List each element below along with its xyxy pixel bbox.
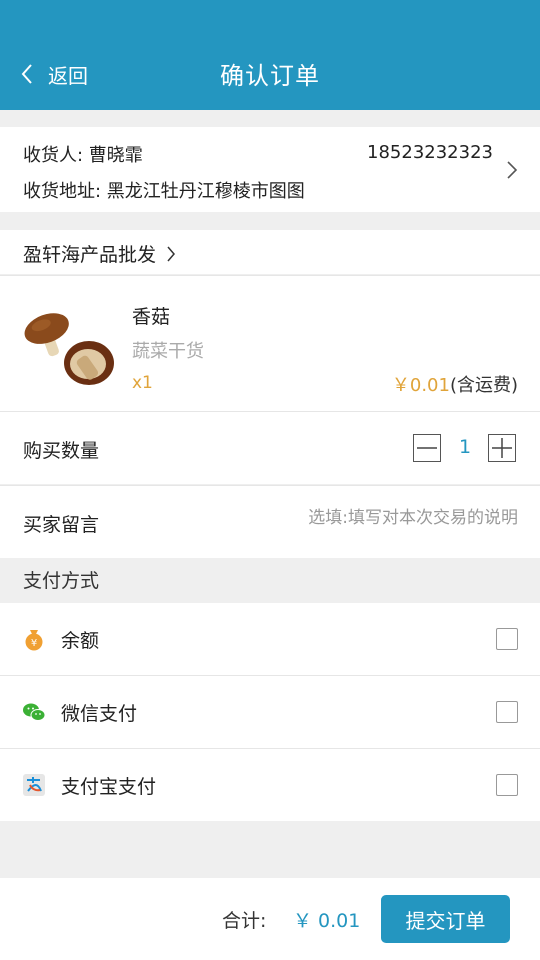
page-title: 确认订单 bbox=[220, 62, 320, 90]
recipient-line: 收货人: 曹晓霏 bbox=[23, 141, 143, 167]
payment-label-alipay: 支付宝支付 bbox=[61, 776, 157, 798]
recipient-label: 收货人: bbox=[23, 145, 89, 166]
payment-label-wechat: 微信支付 bbox=[61, 703, 138, 725]
payment-label-balance: 余额 bbox=[61, 630, 100, 652]
shop-row[interactable]: 盈轩海产品批发 bbox=[0, 230, 540, 274]
minus-icon bbox=[417, 447, 437, 449]
increase-button[interactable] bbox=[488, 434, 516, 462]
price-amount: ￥0.01 bbox=[391, 375, 450, 396]
payment-option-alipay[interactable]: 支付宝支付 bbox=[0, 748, 540, 821]
submit-order-button[interactable]: 提交订单 bbox=[381, 895, 510, 943]
chevron-right-icon bbox=[167, 246, 176, 261]
quantity-row: 购买数量 1 bbox=[0, 411, 540, 484]
total-label: 合计: bbox=[222, 910, 267, 932]
product-quantity: x1 bbox=[132, 373, 153, 393]
alipay-checkbox[interactable] bbox=[496, 774, 518, 796]
address-label: 收货地址: bbox=[23, 181, 107, 202]
svg-text:¥: ¥ bbox=[31, 638, 37, 649]
money-bag-icon: ¥ bbox=[25, 630, 43, 651]
recipient-name: 曹晓霏 bbox=[88, 145, 143, 166]
payment-option-balance[interactable]: ¥ 余额 bbox=[0, 603, 540, 675]
payment-option-wechat[interactable]: 微信支付 bbox=[0, 675, 540, 748]
mushroom-image bbox=[24, 313, 114, 385]
product-price: ￥0.01(含运费) bbox=[392, 371, 518, 397]
total-amount: ￥ 0.01 bbox=[293, 910, 361, 932]
price-note: (含运费) bbox=[449, 375, 518, 396]
quantity-value[interactable]: 1 bbox=[448, 436, 482, 458]
address-line: 收货地址: 黑龙江牡丹江穆棱市图图 bbox=[23, 177, 305, 203]
buyer-message-input[interactable] bbox=[218, 508, 518, 528]
message-label: 买家留言 bbox=[23, 514, 100, 536]
balance-checkbox[interactable] bbox=[496, 628, 518, 650]
decrease-button[interactable] bbox=[413, 434, 441, 462]
plus-icon bbox=[492, 438, 512, 458]
app-header: 返回 确认订单 bbox=[0, 0, 540, 110]
wechat-checkbox[interactable] bbox=[496, 701, 518, 723]
payment-method-title: 支付方式 bbox=[23, 570, 100, 592]
product-item[interactable]: 香菇 蔬菜干货 x1 ￥0.01(含运费) bbox=[0, 275, 540, 411]
address-value: 黑龙江牡丹江穆棱市图图 bbox=[106, 181, 305, 202]
wechat-icon bbox=[23, 703, 46, 721]
buyer-message-row: 买家留言 bbox=[0, 485, 540, 558]
recipient-phone: 18523232323 bbox=[367, 142, 493, 163]
quantity-label: 购买数量 bbox=[23, 440, 100, 462]
shipping-address-card[interactable]: 收货人: 曹晓霏 18523232323 收货地址: 黑龙江牡丹江穆棱市图图 bbox=[0, 127, 540, 212]
alipay-icon bbox=[23, 774, 45, 796]
shop-name: 盈轩海产品批发 bbox=[23, 244, 157, 266]
chevron-right-icon bbox=[507, 161, 518, 179]
product-category: 蔬菜干货 bbox=[132, 341, 204, 362]
checkout-footer: 合计: ￥ 0.01 提交订单 bbox=[0, 878, 540, 960]
product-name: 香菇 bbox=[132, 306, 171, 328]
